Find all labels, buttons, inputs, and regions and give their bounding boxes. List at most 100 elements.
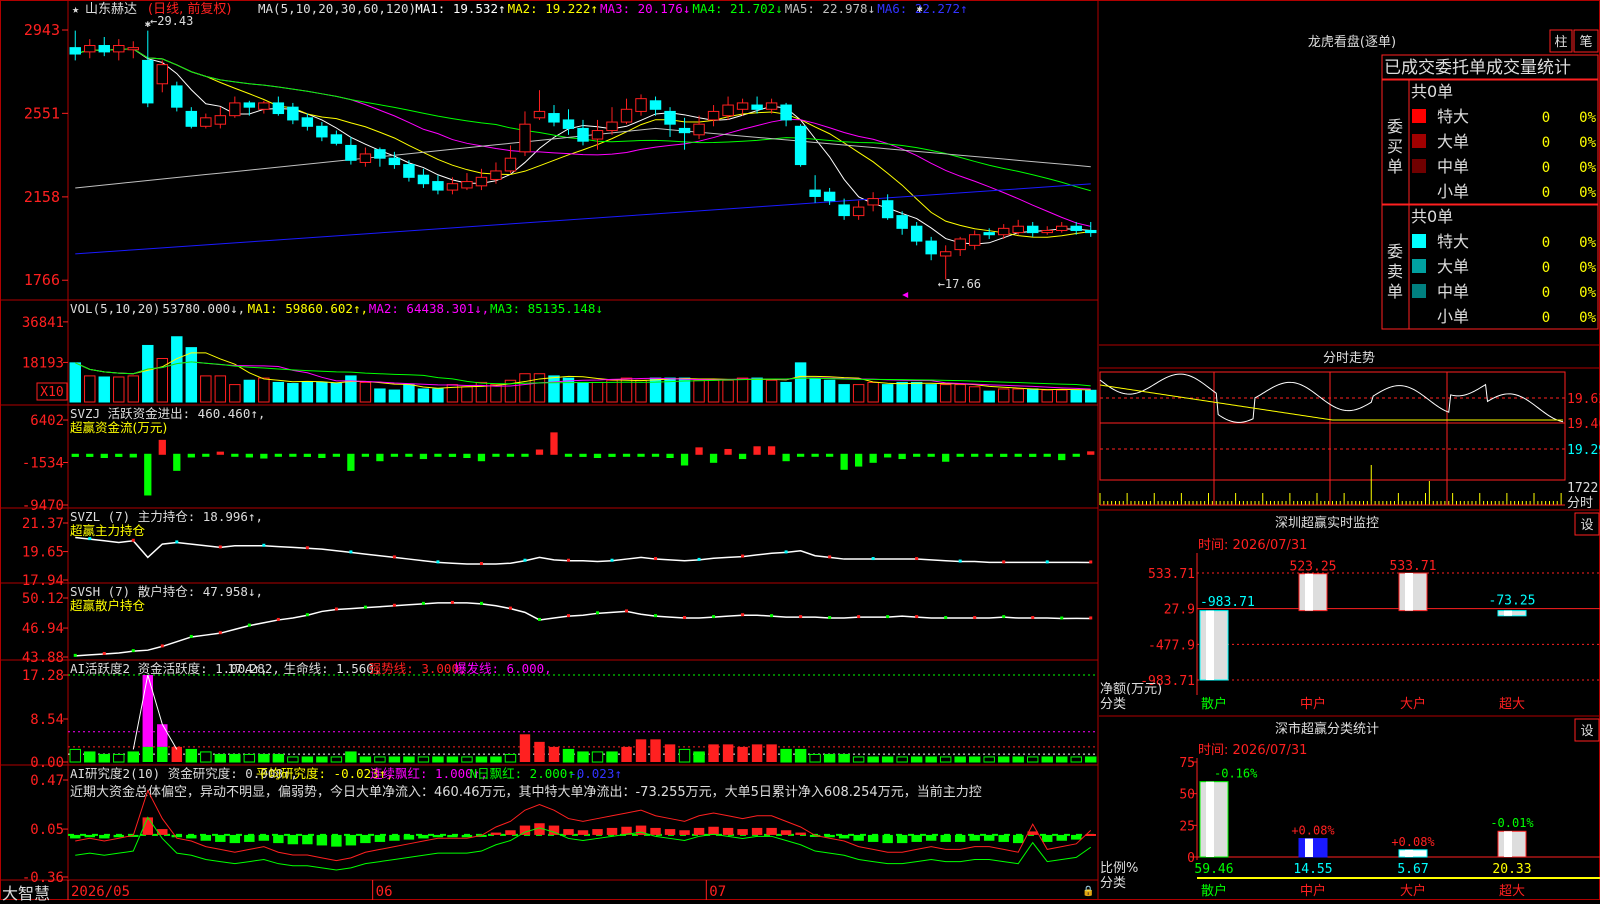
activity-bar bbox=[867, 756, 879, 763]
dragon-tiger-title: 龙虎看盘(逐单) bbox=[1308, 34, 1396, 50]
candle bbox=[939, 251, 952, 257]
research-comment: 近期大资金总体偏空，异动不明显，偏弱势，今日大单净流入：460.46万元，其中特… bbox=[70, 784, 982, 800]
research-bar bbox=[84, 834, 95, 838]
activity-bar bbox=[388, 756, 401, 763]
ma-line-30 bbox=[75, 48, 1091, 192]
vol-ma-20 bbox=[75, 361, 1091, 387]
stats-top-label: +0.08% bbox=[1391, 835, 1435, 849]
fund-flow-bar bbox=[637, 453, 645, 457]
research-bar bbox=[200, 834, 212, 841]
panel-subtitle: 超赢资金流(万元) bbox=[70, 420, 167, 435]
vol-bar bbox=[983, 390, 995, 403]
candle bbox=[635, 98, 647, 112]
activity-bar bbox=[316, 756, 328, 763]
candle bbox=[504, 157, 517, 172]
fund-flow-bar bbox=[724, 448, 732, 455]
monitor-value-label: 533.71 bbox=[1390, 559, 1437, 574]
activity-bar-strong bbox=[534, 741, 545, 762]
main-holding-dot bbox=[479, 562, 483, 566]
activity-bar bbox=[968, 756, 981, 763]
fund-flow-bar bbox=[738, 453, 747, 460]
activity-bar bbox=[127, 751, 140, 763]
main-holding-dot bbox=[349, 550, 353, 554]
activity-bar-strong bbox=[650, 739, 661, 762]
monitor-bar-shine bbox=[1305, 573, 1313, 611]
vol-bar bbox=[316, 381, 328, 403]
activity-bar bbox=[606, 751, 618, 763]
research-bar bbox=[1071, 834, 1082, 840]
main-holding-dot bbox=[741, 554, 745, 558]
research-bar bbox=[592, 829, 603, 835]
candle bbox=[258, 102, 270, 110]
candle bbox=[968, 234, 981, 246]
sell-group-row-name: 特大 bbox=[1437, 232, 1469, 251]
vol-bar bbox=[765, 379, 778, 403]
sell-group-row-value: 0 bbox=[1542, 310, 1550, 326]
fund-flow-bar bbox=[593, 453, 602, 458]
main-holding-dot bbox=[131, 538, 135, 542]
activity-bar bbox=[954, 756, 966, 763]
fund-flow-bar bbox=[1029, 453, 1037, 457]
vol-bar bbox=[838, 384, 850, 403]
vol-bar bbox=[910, 381, 923, 403]
stats-xlabel: 分类 bbox=[1100, 876, 1126, 891]
activity-bar bbox=[838, 753, 850, 763]
candle bbox=[301, 117, 314, 127]
fund-flow-bar bbox=[347, 453, 355, 471]
monitor-category: 中户 bbox=[1300, 696, 1326, 712]
main-holding-dot bbox=[392, 555, 396, 559]
vol-bar bbox=[548, 375, 560, 403]
stats-top-label: -0.01% bbox=[1490, 816, 1534, 830]
intraday-avg-line bbox=[1099, 384, 1564, 421]
activity-bar bbox=[142, 746, 154, 762]
app-brand: 大智慧 bbox=[2, 884, 51, 903]
activity-bar bbox=[925, 756, 937, 763]
research-bar bbox=[99, 834, 110, 839]
activity-bar bbox=[229, 753, 241, 763]
vol-bar bbox=[577, 381, 589, 403]
buy-group-swatch bbox=[1412, 109, 1426, 123]
buy-group-row-value: 0 bbox=[1542, 135, 1550, 151]
activity-bar bbox=[287, 756, 299, 763]
panel-ytick: 50.12 bbox=[22, 591, 64, 607]
candle bbox=[1056, 225, 1068, 231]
research-bar bbox=[360, 834, 371, 844]
activity-bar-strong bbox=[519, 734, 531, 762]
main-holding-dot bbox=[436, 560, 440, 564]
candle bbox=[403, 164, 415, 178]
marker-icon: ✱ bbox=[917, 4, 923, 15]
vol-bar bbox=[794, 362, 807, 403]
fund-flow-bar bbox=[419, 453, 428, 460]
candle bbox=[794, 125, 807, 166]
multiplier-label: X10 bbox=[40, 385, 63, 400]
research-red-line bbox=[75, 789, 1092, 862]
retail-holding-dot bbox=[450, 600, 454, 604]
research-bar bbox=[1042, 834, 1053, 842]
candle bbox=[345, 144, 357, 161]
monitor-bar-shine bbox=[1405, 573, 1413, 611]
retail-holding-dot bbox=[944, 616, 948, 620]
activity-bar bbox=[997, 756, 1010, 763]
candle bbox=[823, 191, 836, 202]
fund-flow-bar bbox=[100, 453, 108, 458]
fund-flow-bar bbox=[434, 453, 442, 457]
activity-bar bbox=[272, 753, 285, 763]
retail-holding-dot bbox=[712, 615, 716, 619]
fund-flow-bar bbox=[303, 453, 311, 457]
panel-ytick: 0.05 bbox=[30, 822, 64, 838]
panel-ytick: 21.37 bbox=[22, 516, 64, 532]
candle bbox=[678, 127, 691, 134]
retail-holding-dot bbox=[276, 617, 280, 621]
panel-header-item: SVZJ 活跃资金进出: 460.460↑, bbox=[70, 406, 265, 421]
candle bbox=[359, 153, 372, 163]
research-bar bbox=[650, 827, 661, 835]
activity-bar bbox=[504, 753, 517, 763]
fund-flow-bar bbox=[796, 453, 805, 457]
research-bar bbox=[447, 834, 458, 838]
kline-ytick: 1766 bbox=[24, 271, 60, 289]
research-bar bbox=[795, 832, 806, 835]
research-bar bbox=[418, 834, 429, 839]
activity-bar bbox=[1056, 756, 1068, 763]
fund-flow-bar bbox=[550, 432, 558, 455]
research-bar bbox=[186, 834, 197, 839]
